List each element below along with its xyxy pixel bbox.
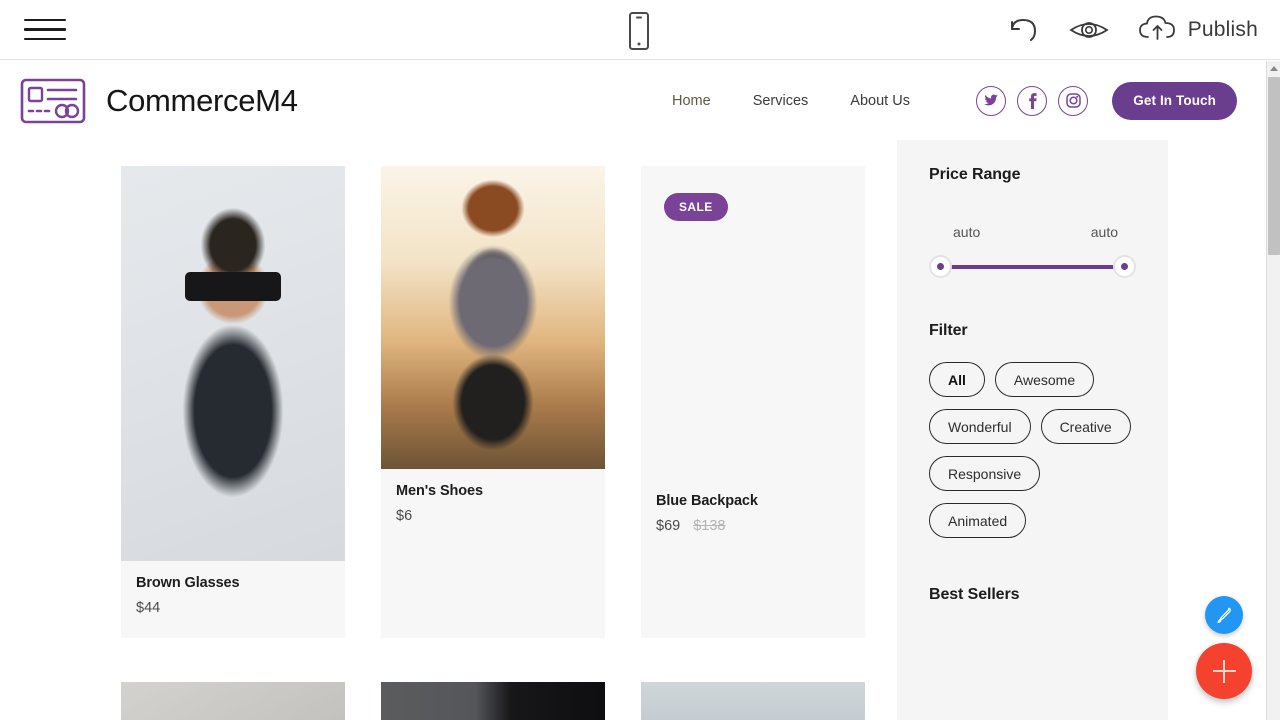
instagram-icon[interactable]: [1058, 85, 1089, 116]
filter-pill-animated[interactable]: Animated: [929, 503, 1027, 538]
price-range-slider[interactable]: auto auto: [929, 224, 1136, 278]
product-price-original: $138: [693, 518, 726, 534]
product-price: $44: [136, 600, 330, 616]
man-with-glasses-photo: [121, 166, 345, 561]
product-price-current: $69: [656, 518, 681, 534]
hamburger-menu-icon[interactable]: [24, 13, 66, 47]
scrollbar-thumb[interactable]: [1268, 77, 1280, 255]
filter-pill-creative[interactable]: Creative: [1040, 409, 1131, 444]
product-info: Brown Glasses $44: [121, 561, 345, 638]
product-image[interactable]: [381, 682, 605, 720]
product-price-current: $44: [136, 600, 161, 616]
product-card[interactable]: Men's Shoes $6: [381, 166, 605, 638]
product-title: Blue Backpack: [656, 493, 758, 509]
price-range-labels: auto auto: [929, 224, 1136, 240]
dark-wall-photo: [381, 682, 605, 720]
blonde-woman-photo: [641, 682, 865, 720]
product-grid: Brown Glasses $44 Men's Shoes $6 SALE Bl…: [121, 166, 1001, 720]
eye-preview-icon[interactable]: [1069, 17, 1109, 43]
price-range-min-handle[interactable]: [929, 255, 952, 278]
price-range-heading: Price Range: [929, 166, 1021, 183]
filter-pill-awesome[interactable]: Awesome: [994, 362, 1095, 397]
editor-actions: Publish: [1007, 0, 1258, 60]
best-sellers-heading: Best Sellers: [929, 586, 1020, 603]
editor-toolbar: Publish: [0, 0, 1280, 60]
brand-name: CommerceM4: [106, 82, 298, 118]
product-image[interactable]: SALE: [641, 166, 865, 479]
filter-pill-wonderful[interactable]: Wonderful: [929, 409, 1031, 444]
cloud-upload-icon: [1137, 13, 1179, 48]
product-image[interactable]: [121, 166, 345, 561]
product-info: Blue Backpack $69 $138: [641, 479, 865, 556]
site-header: CommerceM4 Home Services About Us Get In…: [0, 61, 1266, 140]
undo-arrow-icon[interactable]: [1007, 16, 1041, 44]
filter-heading: Filter: [929, 322, 968, 339]
hamburger-line: [24, 37, 66, 41]
filter-pill-responsive[interactable]: Responsive: [929, 456, 1041, 491]
product-card[interactable]: [121, 682, 345, 720]
hiker-with-backpack-photo: [381, 166, 605, 469]
product-title: Brown Glasses: [136, 575, 240, 591]
product-image[interactable]: [381, 166, 605, 469]
product-card[interactable]: Brown Glasses $44: [121, 166, 345, 638]
brush-pen-icon[interactable]: [1205, 596, 1243, 634]
vertical-scrollbar[interactable]: [1266, 61, 1280, 720]
brand[interactable]: CommerceM4: [20, 78, 298, 124]
product-card[interactable]: SALE Blue Backpack $69 $138: [641, 166, 865, 638]
filter-pill-all[interactable]: All: [929, 362, 985, 397]
page-body: Brown Glasses $44 Men's Shoes $6 SALE Bl…: [0, 140, 1266, 720]
header-right-group: Get In Touch: [976, 61, 1237, 140]
add-block-button[interactable]: [1196, 643, 1252, 699]
price-range-min-label: auto: [953, 224, 981, 240]
product-title: Men's Shoes: [396, 483, 483, 499]
nav-item-about-us[interactable]: About Us: [850, 93, 910, 109]
filter-pill-group: All Awesome Wonderful Creative Responsiv…: [929, 362, 1136, 538]
twitter-icon[interactable]: [976, 85, 1007, 116]
publish-label: Publish: [1187, 18, 1258, 41]
product-image[interactable]: [121, 682, 345, 720]
publish-button[interactable]: Publish: [1137, 13, 1258, 48]
hamburger-line: [24, 28, 66, 31]
product-price-current: $6: [396, 508, 413, 524]
product-info: Men's Shoes $6: [381, 469, 605, 546]
scroll-up-arrow-icon[interactable]: [1267, 61, 1280, 75]
product-card[interactable]: [381, 682, 605, 720]
status-badge: SALE: [664, 193, 728, 221]
price-range-max-label: auto: [1090, 224, 1118, 240]
card-list-logo-icon: [20, 78, 86, 124]
site-navigation: Home Services About Us: [672, 61, 910, 140]
product-price: $6: [396, 508, 590, 524]
product-price: $69 $138: [656, 518, 850, 534]
get-in-touch-button[interactable]: Get In Touch: [1112, 81, 1237, 120]
nav-item-services[interactable]: Services: [753, 93, 809, 109]
mobile-device-icon[interactable]: [625, 11, 653, 51]
product-card[interactable]: [641, 682, 865, 720]
rope-on-concrete-photo: [121, 682, 345, 720]
product-image[interactable]: [641, 682, 865, 720]
price-range-max-handle[interactable]: [1113, 255, 1136, 278]
site-canvas: CommerceM4 Home Services About Us Get In…: [0, 61, 1266, 720]
hamburger-line: [24, 18, 66, 22]
price-range-track[interactable]: [937, 265, 1128, 269]
nav-item-home[interactable]: Home: [672, 93, 711, 109]
filter-sidebar: Price Range auto auto Filter All Awesome…: [897, 140, 1168, 720]
facebook-icon[interactable]: [1017, 85, 1048, 116]
